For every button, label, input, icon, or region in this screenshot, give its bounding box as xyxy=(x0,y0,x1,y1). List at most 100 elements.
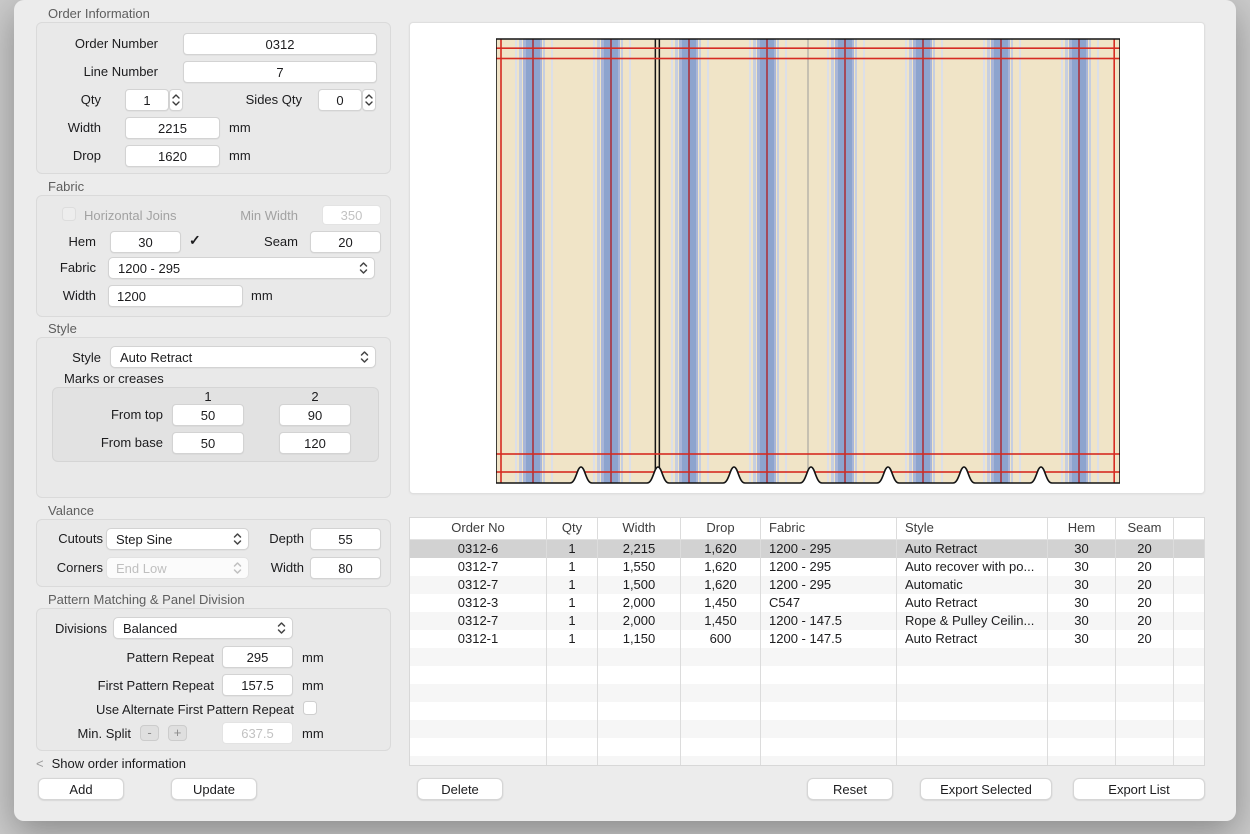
update-button[interactable]: Update xyxy=(171,778,257,800)
reset-button[interactable]: Reset xyxy=(807,778,893,800)
table-cell xyxy=(547,666,598,684)
table-cell: 1,550 xyxy=(598,558,681,576)
column-header[interactable]: Style xyxy=(897,518,1048,539)
qty-label: Qty xyxy=(40,92,101,107)
table-row[interactable]: 0312-712,0001,4501200 - 147.5Rope & Pull… xyxy=(410,612,1204,630)
hem-checkbox-checkmark-icon[interactable]: ✓ xyxy=(189,232,201,249)
table-cell xyxy=(547,648,598,666)
seam-label: Seam xyxy=(260,234,298,249)
column-header[interactable]: Seam xyxy=(1116,518,1174,539)
table-row[interactable]: 0312-312,0001,450C547Auto Retract3020 xyxy=(410,594,1204,612)
qty-field[interactable] xyxy=(125,89,169,111)
popup-chevrons-icon xyxy=(233,532,242,546)
table-cell xyxy=(1048,648,1116,666)
cutouts-select[interactable]: Step Sine xyxy=(106,528,249,550)
table-cell: 1 xyxy=(547,558,598,576)
table-cell: 1,620 xyxy=(681,540,761,558)
column-header[interactable]: Order No xyxy=(410,518,547,539)
from-base-1-field[interactable] xyxy=(172,432,244,454)
valance-section-label: Valance xyxy=(48,503,94,518)
first-pattern-repeat-field[interactable] xyxy=(222,674,293,696)
table-row[interactable]: 0312-711,5001,6201200 - 295Automatic3020 xyxy=(410,576,1204,594)
fabric-width-label: Width xyxy=(48,288,96,303)
fabric-section-label: Fabric xyxy=(48,179,84,194)
column-header[interactable]: Qty xyxy=(547,518,598,539)
column-header[interactable]: Hem xyxy=(1048,518,1116,539)
cutouts-label: Cutouts xyxy=(48,531,103,546)
table-cell xyxy=(1174,558,1204,576)
stepper-chevrons-icon xyxy=(172,93,180,107)
depth-field[interactable] xyxy=(310,528,381,550)
pattern-section-label: Pattern Matching & Panel Division xyxy=(48,592,245,607)
table-cell xyxy=(410,702,547,720)
delete-button[interactable]: Delete xyxy=(417,778,503,800)
table-cell: 20 xyxy=(1116,612,1174,630)
table-cell xyxy=(681,738,761,756)
sides-qty-field[interactable] xyxy=(318,89,362,111)
min-split-label: Min. Split xyxy=(70,726,131,741)
min-split-decrease-button[interactable]: - xyxy=(140,725,159,741)
table-row[interactable]: 0312-111,1506001200 - 147.5Auto Retract3… xyxy=(410,630,1204,648)
table-cell xyxy=(1174,756,1204,766)
hem-field[interactable] xyxy=(110,231,181,253)
qty-stepper[interactable] xyxy=(169,89,183,111)
fabric-select[interactable]: 1200 - 295 xyxy=(108,257,375,279)
table-cell xyxy=(410,684,547,702)
show-order-information-toggle[interactable]: < Show order information xyxy=(36,756,186,771)
line-number-field[interactable] xyxy=(183,61,377,83)
from-top-2-field[interactable] xyxy=(279,404,351,426)
depth-label: Depth xyxy=(266,531,304,546)
sides-qty-label: Sides Qty xyxy=(240,92,302,107)
min-split-increase-button[interactable]: + xyxy=(168,725,187,741)
table-cell: 0312-3 xyxy=(410,594,547,612)
table-cell: Auto Retract xyxy=(897,630,1048,648)
export-list-button[interactable]: Export List xyxy=(1073,778,1205,800)
order-drop-field[interactable] xyxy=(125,145,220,167)
sides-qty-stepper[interactable] xyxy=(362,89,376,111)
use-alternate-checkbox[interactable] xyxy=(303,701,317,715)
column-header[interactable]: Fabric xyxy=(761,518,897,539)
table-cell: 1200 - 147.5 xyxy=(761,630,897,648)
from-base-2-field[interactable] xyxy=(279,432,351,454)
order-information-section-label: Order Information xyxy=(48,6,150,21)
table-cell xyxy=(547,738,598,756)
table-cell xyxy=(761,648,897,666)
pattern-repeat-field[interactable] xyxy=(222,646,293,668)
table-cell: 1 xyxy=(547,594,598,612)
table-cell xyxy=(1174,666,1204,684)
column-header[interactable]: Drop xyxy=(681,518,761,539)
style-select[interactable]: Auto Retract xyxy=(110,346,376,368)
add-button[interactable]: Add xyxy=(38,778,124,800)
table-cell: 0312-7 xyxy=(410,612,547,630)
style-section-label: Style xyxy=(48,321,77,336)
table-cell: 20 xyxy=(1116,540,1174,558)
table-cell: 0312-7 xyxy=(410,558,547,576)
table-row[interactable]: 0312-612,2151,6201200 - 295Auto Retract3… xyxy=(410,540,1204,558)
from-top-1-field[interactable] xyxy=(172,404,244,426)
corners-select: End Low xyxy=(106,557,249,579)
table-cell xyxy=(681,648,761,666)
divisions-select[interactable]: Balanced xyxy=(113,617,293,639)
use-alternate-label: Use Alternate First Pattern Repeat xyxy=(40,702,294,717)
column-header[interactable]: Width xyxy=(598,518,681,539)
column-header[interactable] xyxy=(1174,518,1204,539)
table-cell: C547 xyxy=(761,594,897,612)
table-cell xyxy=(410,756,547,766)
fabric-width-field[interactable] xyxy=(108,285,243,307)
from-top-label: From top xyxy=(60,407,163,422)
fabric-label: Fabric xyxy=(48,260,96,275)
table-header-row: Order NoQtyWidthDropFabricStyleHemSeam xyxy=(410,518,1204,540)
order-lines-table: Order NoQtyWidthDropFabricStyleHemSeam03… xyxy=(409,517,1205,766)
seam-field[interactable] xyxy=(310,231,381,253)
table-cell xyxy=(1048,756,1116,766)
table-cell xyxy=(681,702,761,720)
order-number-field[interactable] xyxy=(183,33,377,55)
order-width-field[interactable] xyxy=(125,117,220,139)
table-row[interactable]: 0312-711,5501,6201200 - 295Auto recover … xyxy=(410,558,1204,576)
table-cell: 2,000 xyxy=(598,612,681,630)
table-cell: 1200 - 295 xyxy=(761,558,897,576)
table-cell: 1200 - 147.5 xyxy=(761,612,897,630)
table-cell xyxy=(1174,576,1204,594)
export-selected-button[interactable]: Export Selected xyxy=(920,778,1052,800)
valance-width-field[interactable] xyxy=(310,557,381,579)
